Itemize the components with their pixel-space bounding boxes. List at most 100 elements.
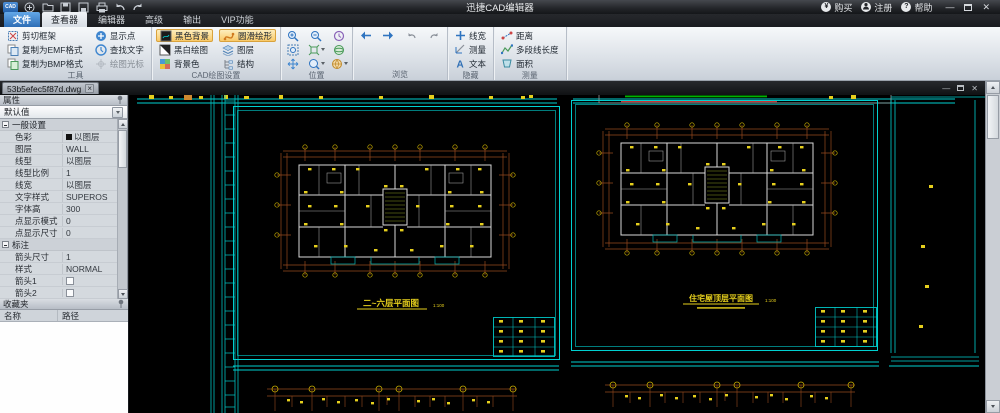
property-grid-scrollbar[interactable] (117, 119, 128, 299)
background-color-button[interactable]: 背景色 (156, 57, 213, 70)
color-swatch (66, 133, 72, 140)
mdi-minimize-button[interactable]: — (942, 84, 950, 93)
document-tab[interactable]: 53b5efec5f87d.dwg × (2, 82, 100, 94)
group-label-cad-settings: CAD绘图设置 (191, 71, 241, 80)
tab-viewer[interactable]: 查看器 (42, 12, 88, 27)
bw-drawing-button[interactable]: 黑白绘图 (156, 43, 213, 56)
tab-editor[interactable]: 编辑器 (89, 12, 134, 27)
draw-cursor-icon (95, 58, 106, 69)
restore-button[interactable] (964, 3, 973, 11)
property-group-general[interactable]: 一般设置 (0, 119, 118, 131)
polyline-length-button[interactable]: 多段线长度 (498, 43, 562, 56)
stair-section-strip (221, 95, 239, 413)
ribbon-group-cad-settings: 黑色背景 黑白绘图 背景色 圆滑绘形 图层 结构 CAD绘图设置 (152, 27, 281, 80)
zoom-selection-caret (320, 62, 325, 65)
structure-button[interactable]: 结构 (219, 57, 276, 70)
help-button[interactable]: ? 帮助 (901, 1, 932, 14)
find-text-button[interactable]: 查找文字 (92, 43, 147, 56)
tab-file[interactable]: 文件 (4, 12, 41, 27)
find-text-icon (95, 43, 107, 56)
canvas-scroll-thumb[interactable] (987, 95, 999, 139)
distance-button[interactable]: 距离 (498, 29, 562, 42)
collapse-icon[interactable] (2, 241, 9, 248)
pin-icon[interactable] (116, 95, 124, 106)
text-toggle-icon: A (456, 60, 463, 70)
draw-cursor-button: 绘图光标 (92, 57, 147, 70)
ribbon-group-position: 位置 (281, 27, 353, 80)
tab-vip[interactable]: VIP功能 (212, 12, 263, 27)
back-view-button[interactable] (357, 29, 374, 42)
black-background-icon (160, 30, 172, 41)
property-row-linetype-scale: 线型比例 1 (0, 167, 118, 179)
redo-view-button[interactable] (426, 29, 443, 42)
area-button[interactable]: 面积 (498, 57, 562, 70)
property-row-pointmode: 点显示模式 0 (0, 215, 118, 227)
zoom-in-button[interactable] (285, 29, 302, 42)
orbit-view-button[interactable] (331, 43, 348, 56)
favorites-col-path[interactable]: 路径 (58, 310, 79, 321)
main-area: 属性 默认值 一般设置 色彩 以图层 图层 WALL 线型 以图层 线型比例 1… (0, 81, 1000, 413)
copy-bmp-button[interactable]: 复制为BMP格式 (4, 57, 86, 70)
help-icon: ? (901, 2, 912, 12)
layers-button[interactable]: 图层 (219, 43, 276, 56)
zoom-out-button[interactable] (308, 29, 325, 42)
ribbon-group-browse: 浏览 (353, 27, 448, 80)
scroll-up-button[interactable] (118, 119, 128, 129)
buy-button[interactable]: ¥ 购买 (821, 1, 852, 14)
black-background-button[interactable]: 黑色背景 (155, 29, 213, 42)
scroll-thumb[interactable] (118, 130, 127, 168)
scroll-down-button[interactable] (118, 289, 128, 299)
canvas-scroll-up-button[interactable] (986, 81, 1000, 94)
zoom-window-button[interactable] (285, 43, 302, 56)
cut-frame-button[interactable]: 剪切框架 (4, 29, 86, 42)
zoom-selection-button[interactable] (308, 57, 325, 70)
sheet-right-caption: 住宅屋顶层平面图 (689, 293, 753, 303)
mdi-window-controls: — ✕ (942, 84, 978, 93)
favorites-panel: 收藏夹 名称 路径 (0, 299, 128, 413)
canvas-vertical-scrollbar[interactable] (985, 81, 1000, 413)
svg-text:A: A (456, 60, 463, 70)
sheet-right-scale: 1:100 (765, 298, 777, 303)
ribbon-group-hide: 线宽 测量 A 文本 隐藏 (448, 27, 494, 80)
smooth-shapes-button[interactable]: 圆滑绘形 (218, 29, 276, 42)
linewidth-toggle-button[interactable]: 线宽 (452, 29, 489, 42)
tab-output[interactable]: 输出 (174, 12, 210, 27)
tab-advanced[interactable]: 高级 (136, 12, 172, 27)
property-row-arrow1: 箭头1 (0, 275, 118, 287)
arrow1-checkbox[interactable] (66, 276, 74, 285)
previous-view-button[interactable] (331, 29, 348, 42)
ribbon-tab-row: 文件 查看器 编辑器 高级 输出 VIP功能 (0, 12, 1000, 27)
mdi-restore-button[interactable] (957, 85, 965, 91)
forward-view-button[interactable] (380, 29, 397, 42)
undo-view-button[interactable] (403, 29, 420, 42)
zoom-extents-button[interactable] (308, 43, 325, 56)
property-group-annotation[interactable]: 标注 (0, 239, 118, 251)
bw-drawing-icon (159, 44, 171, 55)
sidebar: 属性 默认值 一般设置 色彩 以图层 图层 WALL 线型 以图层 线型比例 1… (0, 95, 128, 413)
render-mode-button[interactable] (331, 57, 348, 70)
pan-button[interactable] (285, 57, 302, 70)
register-button[interactable]: 注册 (861, 1, 892, 14)
cad-canvas[interactable]: 二~六层平面图 1:100 住宅屋顶层平面图 1:100 (129, 95, 985, 413)
minimize-button[interactable]: — (945, 2, 954, 12)
collapse-icon[interactable] (2, 121, 9, 128)
text-toggle-button[interactable]: A 文本 (452, 57, 489, 70)
show-points-button[interactable]: 显示点 (92, 29, 147, 42)
pin-icon[interactable] (117, 299, 125, 310)
app-window: CAD 迅捷CAD编辑器 ¥ 购买 注册 ? 帮助 — ✕ 文件 查看器 编辑器… (0, 0, 1000, 413)
favorites-col-name[interactable]: 名称 (0, 310, 58, 321)
measure-toggle-button[interactable]: 测量 (452, 43, 489, 56)
canvas-scroll-down-button[interactable] (986, 400, 1000, 413)
preset-dropdown[interactable]: 默认值 (0, 106, 127, 119)
preset-dropdown-caret[interactable] (112, 106, 123, 118)
copy-emf-button[interactable]: 复制为EMF格式 (4, 43, 86, 56)
property-value-color[interactable]: 以图层 (62, 130, 118, 143)
smooth-shapes-icon (223, 32, 235, 40)
upper-sheet-fragments (137, 95, 955, 104)
document-tab-close-icon[interactable]: × (85, 84, 95, 93)
mdi-close-button[interactable]: ✕ (971, 84, 978, 93)
close-button[interactable]: ✕ (982, 2, 990, 12)
favorites-list-empty[interactable] (0, 322, 128, 413)
property-row-lineweight: 线宽 以图层 (0, 178, 118, 191)
arrow2-checkbox[interactable] (66, 288, 74, 297)
